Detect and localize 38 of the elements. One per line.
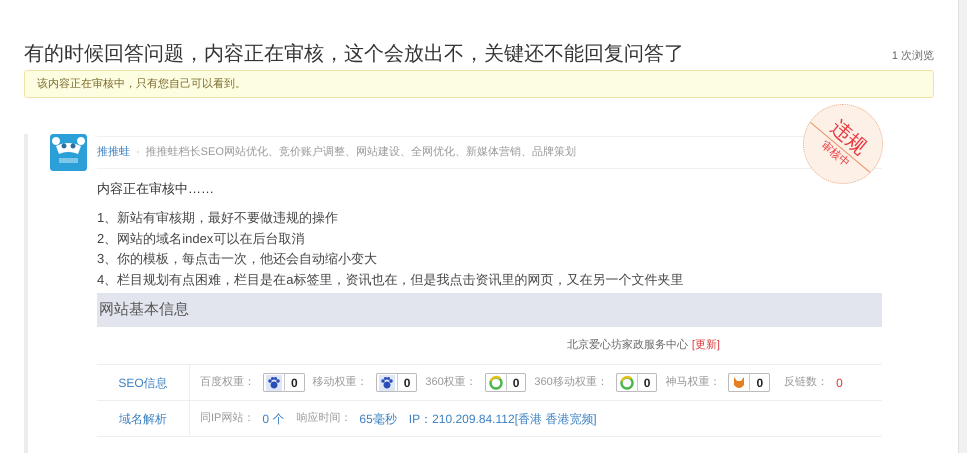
weight-badge: 0: [263, 373, 305, 392]
weight-badge: 0: [728, 373, 770, 392]
separator-dot: ·: [136, 145, 140, 160]
ring-icon: [488, 374, 504, 390]
metric-label: 移动权重：: [312, 375, 368, 390]
paw-icon: [266, 374, 282, 390]
info-value: 0 个: [262, 410, 284, 428]
row-label: SEO信息: [97, 365, 190, 400]
weight-badge: 0: [484, 373, 526, 392]
author-bio: 推推蛙档长SEO网站优化、竞价账户调整、网站建设、全网优化、新媒体营销、品牌策划: [146, 144, 576, 160]
paw-icon: [378, 374, 395, 390]
backlink-count: 0: [836, 374, 843, 392]
review-notice: 该内容正在审核中，只有您自己可以看到。: [24, 70, 934, 98]
row-label: 域名解析: [97, 401, 190, 436]
author-link[interactable]: 推推蛙: [97, 144, 130, 161]
weight-badge: 0: [616, 373, 658, 392]
weight-badge: 0: [376, 373, 418, 392]
list-item: 1、新站有审核期，最好不要做违规的操作: [97, 209, 340, 227]
info-label: 响应时间：: [296, 410, 352, 426]
info-value: IP：210.209.84.112[香港 香港宽频]: [408, 410, 597, 428]
metric-label: 神马权重：: [665, 375, 720, 390]
avatar-logo-icon: [50, 134, 87, 171]
list-item: 4、栏目规划有点困难，栏目是在a标签里，资讯也在，但是我点击资讯里的网页，又在另一个文件夹里: [97, 270, 684, 288]
metric-label: 360移动权重：: [534, 375, 608, 390]
update-link[interactable]: [更新]: [692, 337, 720, 354]
info-label: 同IP网站：: [200, 411, 254, 426]
metric-label: 360权重：: [425, 375, 477, 390]
question-title: 有的时候回答问题，内容正在审核，这个会放出不，关键还不能回复问答了: [24, 42, 684, 67]
info-value: 65毫秒: [359, 410, 397, 428]
metric-label: 百度权重：: [200, 374, 255, 390]
metric-label: 反链数：: [784, 375, 828, 390]
list-item: 3、你的模板，每点击一次，他还会自动缩小变大: [97, 250, 378, 268]
section-header: 网站基本信息: [97, 293, 882, 327]
list-item: 2、网站的域名index可以在后台取消: [97, 230, 306, 248]
view-count: 1 次浏览: [892, 48, 934, 64]
status-text: 内容正在审核中……: [97, 180, 215, 198]
company-name: 北京爱心坊家政服务中心: [566, 338, 688, 354]
ring-icon: [618, 374, 635, 390]
